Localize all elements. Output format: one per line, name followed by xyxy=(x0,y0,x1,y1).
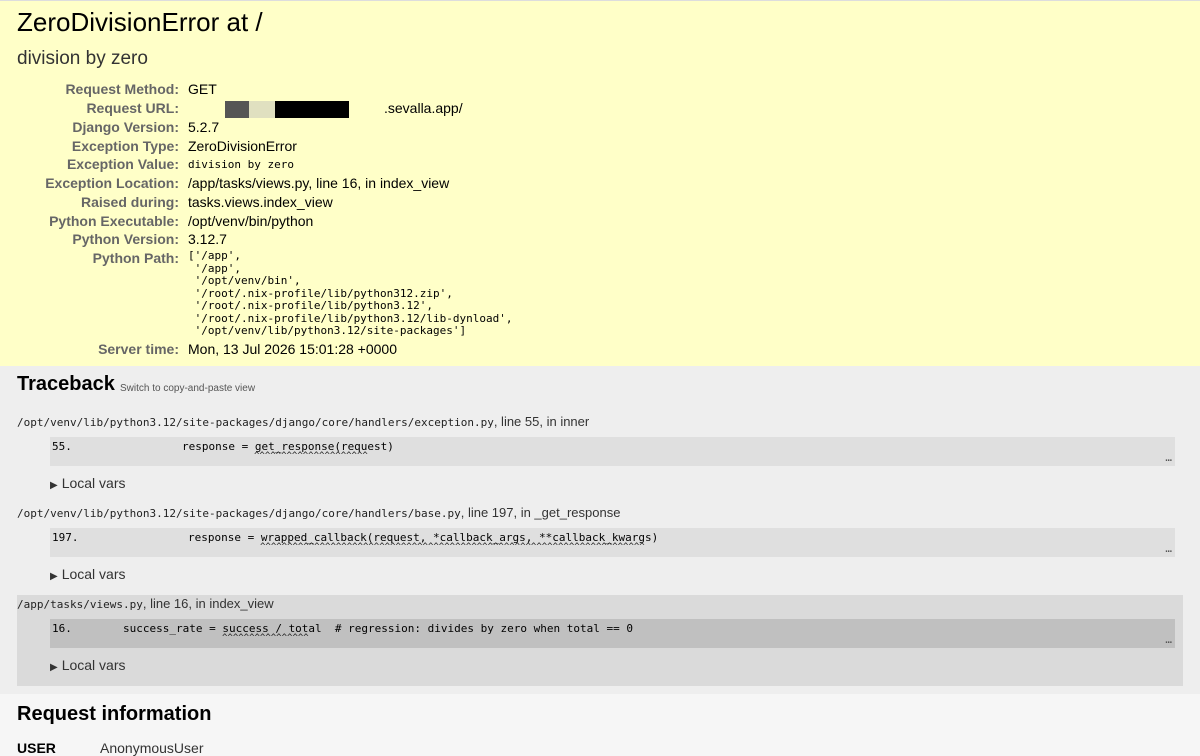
redacted-block xyxy=(249,101,275,118)
traceback-heading: Traceback xyxy=(17,373,115,395)
meta-key: Python Executable: xyxy=(49,213,179,229)
local-vars-label: Local vars xyxy=(61,657,126,673)
meta-row-python-executable: Python Executable: /opt/venv/bin/python xyxy=(0,213,1200,231)
local-vars-label: Local vars xyxy=(61,475,126,491)
meta-key: Request URL: xyxy=(86,100,179,116)
user-value: AnonymousUser xyxy=(100,740,204,756)
expand-ellipsis[interactable]: … xyxy=(1165,542,1172,555)
error-summary: ZeroDivisionError at / division by zero … xyxy=(0,0,1200,366)
meta-row-raised-during: Raised during: tasks.views.index_view xyxy=(0,194,1200,212)
python-path-entry: '/root/.nix-profile/lib/python3.12', xyxy=(188,299,434,312)
frame-suffix: , line 55, in inner xyxy=(493,414,590,429)
redacted-block xyxy=(275,101,349,118)
meta-value: .sevalla.app/ xyxy=(384,100,463,116)
meta-value: division by zero xyxy=(188,158,294,171)
meta-row-server-time: Server time: Mon, 13 Jul 2026 15:01:28 +… xyxy=(0,341,1200,359)
python-path-entry: '/opt/venv/lib/python3.12/site-packages'… xyxy=(188,324,467,337)
error-carets: ^^^^^^^^^^^^^^^^^^^^^ xyxy=(254,451,368,461)
meta-key: Exception Type: xyxy=(71,138,179,154)
expand-ellipsis[interactable]: … xyxy=(1165,451,1172,464)
frame-file: /opt/venv/lib/python3.12/site-packages/d… xyxy=(17,507,461,520)
meta-row-exception-type: Exception Type: ZeroDivisionError xyxy=(0,138,1200,156)
meta-value: GET xyxy=(188,81,217,97)
frame-location: /app/tasks/views.py, line 16, in index_v… xyxy=(17,596,274,611)
meta-value: Mon, 13 Jul 2026 15:01:28 +0000 xyxy=(188,341,398,357)
line-number: 197. xyxy=(52,531,79,544)
triangle-right-icon: ▶ xyxy=(50,662,58,673)
meta-key: Exception Location: xyxy=(45,175,179,191)
triangle-right-icon: ▶ xyxy=(50,571,58,582)
redacted-block xyxy=(225,101,249,118)
frame-file: /opt/venv/lib/python3.12/site-packages/d… xyxy=(17,416,494,429)
frame-location: /opt/venv/lib/python3.12/site-packages/d… xyxy=(17,505,620,520)
meta-row-exception-value: Exception Value: division by zero xyxy=(0,156,1200,174)
frame-suffix: , line 197, in _get_response xyxy=(460,505,621,520)
frame-code-context[interactable]: 197. response = wrapped_callback(request… xyxy=(50,528,1175,557)
frame-suffix: , line 16, in index_view xyxy=(142,596,274,611)
traceback-section: Traceback Switch to copy-and-paste view … xyxy=(0,366,1200,694)
meta-key: Python Path: xyxy=(92,250,179,266)
line-number: 55. xyxy=(52,440,72,453)
meta-value: ZeroDivisionError xyxy=(188,138,297,154)
user-label: USER xyxy=(17,740,56,756)
request-info-section: Request information USER AnonymousUser xyxy=(0,694,1200,756)
local-vars-toggle[interactable]: ▶ Local vars xyxy=(50,475,126,491)
local-vars-label: Local vars xyxy=(61,566,126,582)
meta-key: Exception Value: xyxy=(66,156,179,172)
code-line: success_rate = success / total # regress… xyxy=(123,622,633,635)
line-number: 16. xyxy=(52,622,72,635)
error-carets: ^^^^^^^^^^^^^^^^^^^^^^^^^^^^^^^^^^^^^^^^… xyxy=(260,542,645,552)
meta-value: /app/tasks/views.py, line 16, in index_v… xyxy=(188,175,450,191)
expand-ellipsis[interactable]: … xyxy=(1165,633,1172,646)
meta-row-python-path: Python Path: xyxy=(0,250,1200,268)
meta-value: tasks.views.index_view xyxy=(188,194,333,210)
frame-file: /app/tasks/views.py xyxy=(17,598,143,611)
meta-key: Django Version: xyxy=(72,119,179,135)
triangle-right-icon: ▶ xyxy=(50,480,58,491)
meta-row-request-url: Request URL: .sevalla.app/ xyxy=(0,100,1200,118)
meta-row-django-version: Django Version: 5.2.7 xyxy=(0,119,1200,137)
local-vars-toggle[interactable]: ▶ Local vars xyxy=(50,566,126,582)
python-path-list: ['/app', '/app', '/opt/venv/bin', '/root… xyxy=(188,249,513,338)
meta-row-request-method: Request Method: GET xyxy=(0,81,1200,99)
meta-key: Raised during: xyxy=(80,194,179,210)
meta-row-python-version: Python Version: 3.12.7 xyxy=(0,231,1200,249)
meta-value: 3.12.7 xyxy=(188,231,227,247)
frame-location: /opt/venv/lib/python3.12/site-packages/d… xyxy=(17,414,589,429)
meta-value: /opt/venv/bin/python xyxy=(188,213,314,229)
meta-value: 5.2.7 xyxy=(188,119,220,135)
local-vars-toggle[interactable]: ▶ Local vars xyxy=(50,657,126,673)
frame-code-context[interactable]: 16. success_rate = success / total # reg… xyxy=(50,619,1175,648)
error-subtitle: division by zero xyxy=(17,48,148,69)
meta-row-exception-location: Exception Location: /app/tasks/views.py,… xyxy=(0,175,1200,193)
frame-code-context[interactable]: 55. response = get_response(request) ^^^… xyxy=(50,437,1175,466)
error-carets: ^^^^^^^^^^^^^^^^ xyxy=(222,633,309,643)
python-path-entry: '/opt/venv/bin', xyxy=(188,274,301,287)
error-title: ZeroDivisionError at / xyxy=(17,7,263,37)
meta-key: Server time: xyxy=(98,341,179,357)
python-path-entry: ['/app', xyxy=(188,249,241,262)
meta-key: Python Version: xyxy=(72,231,179,247)
request-info-heading: Request information xyxy=(17,703,212,725)
meta-key: Request Method: xyxy=(65,81,179,97)
switch-copy-paste-link[interactable]: Switch to copy-and-paste view xyxy=(120,383,255,394)
